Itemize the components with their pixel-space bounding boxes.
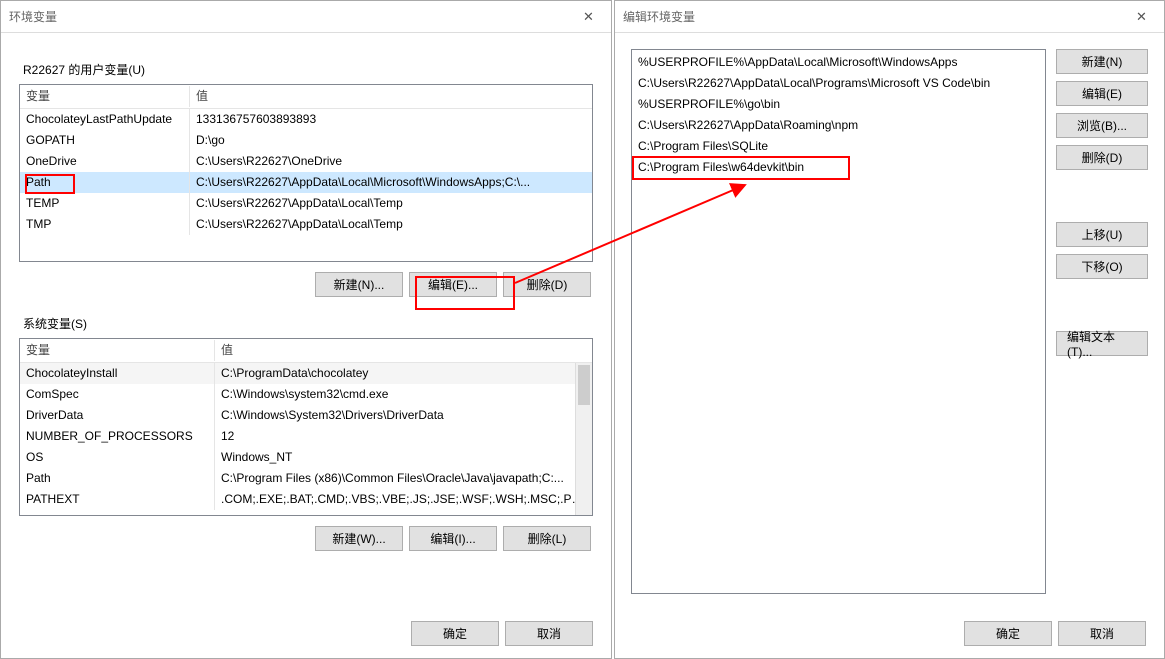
cell-val: 133136757603893893: [190, 109, 592, 130]
table-row[interactable]: ChocolateyLastPathUpdate1331367576038938…: [20, 109, 592, 130]
table-row[interactable]: NUMBER_OF_PROCESSORS12: [20, 426, 592, 447]
table-row[interactable]: OneDriveC:\Users\R22627\OneDrive: [20, 151, 592, 172]
cancel-button[interactable]: 取消: [505, 621, 593, 646]
table-row[interactable]: DriverDataC:\Windows\System32\Drivers\Dr…: [20, 405, 592, 426]
ok-button[interactable]: 确定: [411, 621, 499, 646]
cell-val: .COM;.EXE;.BAT;.CMD;.VBS;.VBE;.JS;.JSE;.…: [215, 489, 592, 510]
table-row[interactable]: PATHEXT.COM;.EXE;.BAT;.CMD;.VBS;.VBE;.JS…: [20, 489, 592, 510]
cancel-button[interactable]: 取消: [1058, 621, 1146, 646]
user-new-button[interactable]: 新建(N)...: [315, 272, 403, 297]
cell-var: GOPATH: [20, 130, 190, 151]
cell-var: ChocolateyInstall: [20, 363, 215, 384]
col-header-variable[interactable]: 变量: [20, 86, 190, 107]
cell-var: ChocolateyLastPathUpdate: [20, 109, 190, 130]
cell-val: 12: [215, 426, 592, 447]
cell-var: DriverData: [20, 405, 215, 426]
cell-var: ComSpec: [20, 384, 215, 405]
cell-var: TMP: [20, 214, 190, 235]
user-vars-label: R22627 的用户变量(U): [23, 61, 593, 78]
cell-val: C:\ProgramData\chocolatey: [215, 363, 592, 384]
cell-var: TEMP: [20, 193, 190, 214]
table-row[interactable]: PathC:\Program Files (x86)\Common Files\…: [20, 468, 592, 489]
cell-var: OS: [20, 447, 215, 468]
title-left: 环境变量: [9, 8, 57, 25]
sys-delete-button[interactable]: 删除(L): [503, 526, 591, 551]
cell-val: C:\Users\R22627\AppData\Local\Temp: [190, 214, 592, 235]
list-item[interactable]: %USERPROFILE%\go\bin: [632, 92, 1045, 113]
table-row[interactable]: ComSpecC:\Windows\system32\cmd.exe: [20, 384, 592, 405]
edit-env-var-dialog: 编辑环境变量 ✕ %USERPROFILE%\AppData\Local\Mic…: [614, 0, 1165, 659]
close-icon[interactable]: ✕: [566, 1, 611, 33]
cell-val: C:\Users\R22627\AppData\Local\Microsoft\…: [190, 172, 592, 193]
table-row[interactable]: ChocolateyInstallC:\ProgramData\chocolat…: [20, 363, 592, 384]
list-item[interactable]: C:\Program Files\w64devkit\bin: [632, 155, 1045, 176]
table-row[interactable]: TEMPC:\Users\R22627\AppData\Local\Temp: [20, 193, 592, 214]
col-header-variable[interactable]: 变量: [20, 340, 215, 361]
move-up-button[interactable]: 上移(U): [1056, 222, 1148, 247]
list-item[interactable]: C:\Program Files\SQLite: [632, 134, 1045, 155]
table-row[interactable]: PathC:\Users\R22627\AppData\Local\Micros…: [20, 172, 592, 193]
delete-button[interactable]: 删除(D): [1056, 145, 1148, 170]
cell-val: C:\Users\R22627\OneDrive: [190, 151, 592, 172]
cell-val: C:\Users\R22627\AppData\Local\Temp: [190, 193, 592, 214]
user-vars-table[interactable]: 变量 值 ChocolateyLastPathUpdate13313675760…: [19, 84, 593, 262]
sys-new-button[interactable]: 新建(W)...: [315, 526, 403, 551]
cell-val: D:\go: [190, 130, 592, 151]
move-down-button[interactable]: 下移(O): [1056, 254, 1148, 279]
edit-text-button[interactable]: 编辑文本(T)...: [1056, 331, 1148, 356]
sys-vars-label: 系统变量(S): [23, 315, 593, 332]
cell-val: C:\Windows\System32\Drivers\DriverData: [215, 405, 592, 426]
col-header-value[interactable]: 值: [215, 340, 592, 361]
titlebar-left: 环境变量 ✕: [1, 1, 611, 33]
list-item[interactable]: C:\Users\R22627\AppData\Roaming\npm: [632, 113, 1045, 134]
new-button[interactable]: 新建(N): [1056, 49, 1148, 74]
title-right: 编辑环境变量: [623, 8, 695, 25]
table-row[interactable]: TMPC:\Users\R22627\AppData\Local\Temp: [20, 214, 592, 235]
cell-var: Path: [20, 172, 190, 193]
close-icon[interactable]: ✕: [1119, 1, 1164, 33]
cell-var: PATHEXT: [20, 489, 215, 510]
env-vars-dialog: 环境变量 ✕ R22627 的用户变量(U) 变量 值 ChocolateyLa…: [0, 0, 612, 659]
cell-val: C:\Windows\system32\cmd.exe: [215, 384, 592, 405]
titlebar-right: 编辑环境变量 ✕: [615, 1, 1164, 33]
cell-val: Windows_NT: [215, 447, 592, 468]
sys-edit-button[interactable]: 编辑(I)...: [409, 526, 497, 551]
path-list[interactable]: %USERPROFILE%\AppData\Local\Microsoft\Wi…: [631, 49, 1046, 594]
cell-var: Path: [20, 468, 215, 489]
user-edit-button[interactable]: 编辑(E)...: [409, 272, 497, 297]
table-row[interactable]: OSWindows_NT: [20, 447, 592, 468]
ok-button[interactable]: 确定: [964, 621, 1052, 646]
cell-val: C:\Program Files (x86)\Common Files\Orac…: [215, 468, 592, 489]
scrollbar[interactable]: [575, 363, 592, 515]
list-item[interactable]: %USERPROFILE%\AppData\Local\Microsoft\Wi…: [632, 50, 1045, 71]
cell-var: OneDrive: [20, 151, 190, 172]
user-delete-button[interactable]: 删除(D): [503, 272, 591, 297]
list-item[interactable]: C:\Users\R22627\AppData\Local\Programs\M…: [632, 71, 1045, 92]
sys-vars-table[interactable]: 变量 值 ChocolateyInstallC:\ProgramData\cho…: [19, 338, 593, 516]
table-row[interactable]: GOPATHD:\go: [20, 130, 592, 151]
edit-button[interactable]: 编辑(E): [1056, 81, 1148, 106]
cell-var: NUMBER_OF_PROCESSORS: [20, 426, 215, 447]
browse-button[interactable]: 浏览(B)...: [1056, 113, 1148, 138]
col-header-value[interactable]: 值: [190, 86, 592, 107]
